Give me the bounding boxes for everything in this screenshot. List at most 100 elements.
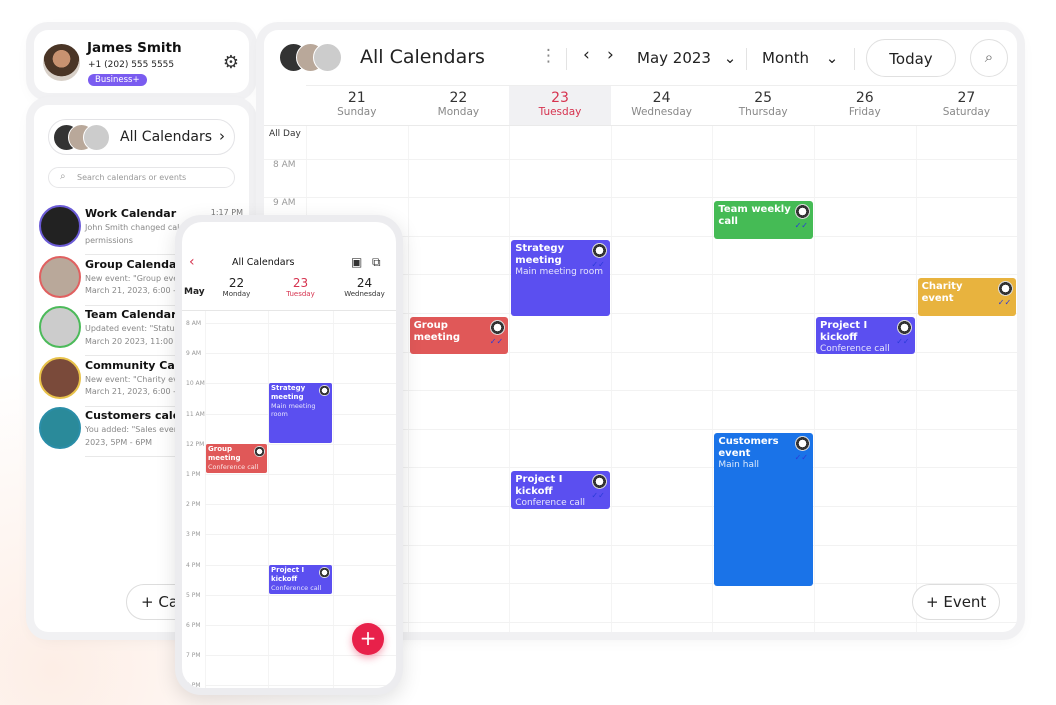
hour-label: 8 AM <box>273 159 296 170</box>
all-calendars-selector[interactable]: All Calendars › <box>48 119 235 155</box>
day-number: 22 <box>449 90 468 106</box>
event-card[interactable]: Strategy meeting Main meeting room <box>269 383 332 443</box>
grid-row-line <box>205 594 396 596</box>
event-card[interactable]: Group meeting ✓✓ <box>409 316 509 355</box>
grid-column-line <box>333 310 334 688</box>
event-card[interactable]: Project I kickoff Conference call ✓✓ <box>816 316 915 355</box>
event-card[interactable]: Project I kickoff Conference call ✓✓ <box>511 471 610 509</box>
calendar-name: Work Calendar <box>85 207 177 220</box>
profile-card: James Smith +1 (202) 555 5555 Business+ … <box>34 30 249 93</box>
day-name: Tuesday <box>286 290 315 298</box>
grid-row-line <box>205 685 396 687</box>
prev-week-button[interactable]: ‹ <box>583 45 590 65</box>
hour-label: 1 PM <box>186 471 201 478</box>
grid-column-line <box>814 125 815 632</box>
grid-row-line <box>205 323 396 324</box>
double-check-icon: ✓✓ <box>794 221 808 231</box>
grid-column-line <box>610 125 612 632</box>
view-selector[interactable]: Month ⌄ <box>762 49 838 67</box>
event-card[interactable]: Project I kickoff Conference call <box>269 564 332 594</box>
calendars-icon[interactable]: ⧉ <box>372 255 381 270</box>
more-options-icon[interactable]: ⋮ <box>540 46 557 66</box>
phone-month: May <box>184 287 205 297</box>
day-header[interactable]: 22 Monday <box>407 85 510 125</box>
day-number: 21 <box>347 90 366 106</box>
calendar-avatars <box>279 43 342 72</box>
next-week-button[interactable]: › <box>607 45 614 65</box>
day-header[interactable]: 23 Tuesday <box>509 85 611 125</box>
event-card[interactable]: Team weekly call ✓✓ <box>714 201 813 239</box>
day-number: 27 <box>957 90 976 106</box>
all-calendars-label: All Calendars <box>120 129 213 145</box>
divider <box>566 48 567 70</box>
month-selector[interactable]: May 2023 ⌄ <box>637 49 736 67</box>
user-phone: +1 (202) 555 5555 <box>88 60 175 70</box>
event-card[interactable]: Charity event ✓✓ <box>917 278 1017 316</box>
day-name: Saturday <box>942 106 991 118</box>
double-check-icon: ✓✓ <box>591 259 605 269</box>
event-calendar-avatar <box>254 445 265 457</box>
day-number: 22 <box>228 276 245 290</box>
double-check-icon: ✓✓ <box>794 452 808 462</box>
day-number: 24 <box>652 90 671 106</box>
hour-label: 9 AM <box>186 350 202 358</box>
day-number: 23 <box>551 90 569 106</box>
grid-row-line <box>205 353 396 355</box>
event-card[interactable]: Strategy meeting Main meeting room ✓✓ <box>511 239 610 316</box>
phone-day-header[interactable]: 22 Monday <box>205 276 268 298</box>
search-input[interactable]: ⌕ Search calendars or events <box>48 167 235 188</box>
hour-label: 5 PM <box>186 591 201 599</box>
day-name: Wednesday <box>344 290 385 298</box>
hour-label: 8 AM <box>186 320 202 327</box>
event-card[interactable]: Group meeting Conference call <box>206 443 267 473</box>
day-header[interactable]: 27 Saturday <box>915 85 1017 125</box>
hour-label: 4 PM <box>186 561 201 569</box>
hour-label: 6 PM <box>186 622 201 629</box>
grid-column-line <box>509 125 511 632</box>
day-number: 26 <box>855 90 874 106</box>
add-event-label: Event <box>943 593 987 611</box>
user-avatar[interactable] <box>43 44 80 81</box>
hour-label: 3 PM <box>186 531 201 539</box>
phone-mockup: ‹ All Calendars ▣ ⧉ May 22 Monday 23 Tuesda… <box>175 215 403 695</box>
grid-row-line <box>205 504 396 506</box>
back-icon[interactable]: ‹ <box>189 254 195 270</box>
event-calendar-avatar <box>319 566 330 578</box>
add-event-button[interactable]: + Event <box>912 584 1000 620</box>
day-name: Tuesday <box>538 106 582 118</box>
double-check-icon: ✓✓ <box>591 491 605 501</box>
event-calendar-avatar <box>591 242 607 258</box>
day-name: Friday <box>848 106 881 118</box>
hour-label: 10 AM <box>186 380 205 388</box>
user-name: James Smith <box>87 40 182 56</box>
phone-title: All Calendars <box>232 257 295 268</box>
calendar-title: All Calendars <box>360 46 485 68</box>
event-calendar-avatar <box>794 204 810 220</box>
event-calendar-avatar <box>591 474 607 490</box>
hour-label: 2 PM <box>186 501 201 509</box>
today-button[interactable]: Today <box>866 39 956 77</box>
double-check-icon: ✓✓ <box>489 336 504 346</box>
calendar-avatar <box>39 255 81 298</box>
phone-day-header[interactable]: 24 Wednesday <box>333 276 396 298</box>
search-icon[interactable]: ⌕ <box>970 39 1008 77</box>
event-location: Conference call <box>271 583 322 592</box>
calendar-today-icon[interactable]: ▣ <box>351 255 362 269</box>
event-location: Main meeting room <box>271 402 316 419</box>
day-header[interactable]: 21 Sunday <box>306 85 408 125</box>
grid-column-line <box>712 125 714 632</box>
event-card[interactable]: Customers event Main hall ✓✓ <box>714 432 813 587</box>
plus-icon[interactable]: + <box>352 623 384 655</box>
divider <box>746 48 747 70</box>
phone-day-header[interactable]: 23 Tuesday <box>268 276 333 298</box>
day-header[interactable]: 26 Friday <box>814 85 916 125</box>
day-name: Thursday <box>738 106 788 118</box>
chevron-right-icon: › <box>219 127 225 145</box>
day-header[interactable]: 24 Wednesday <box>610 85 713 125</box>
hour-label: 8 PM <box>186 682 201 688</box>
day-header[interactable]: 25 Thursday <box>712 85 814 125</box>
double-check-icon: ✓✓ <box>997 298 1012 308</box>
gear-icon[interactable]: ⚙ <box>223 52 239 73</box>
day-name: Wednesday <box>631 106 692 118</box>
day-name: Sunday <box>337 106 377 118</box>
